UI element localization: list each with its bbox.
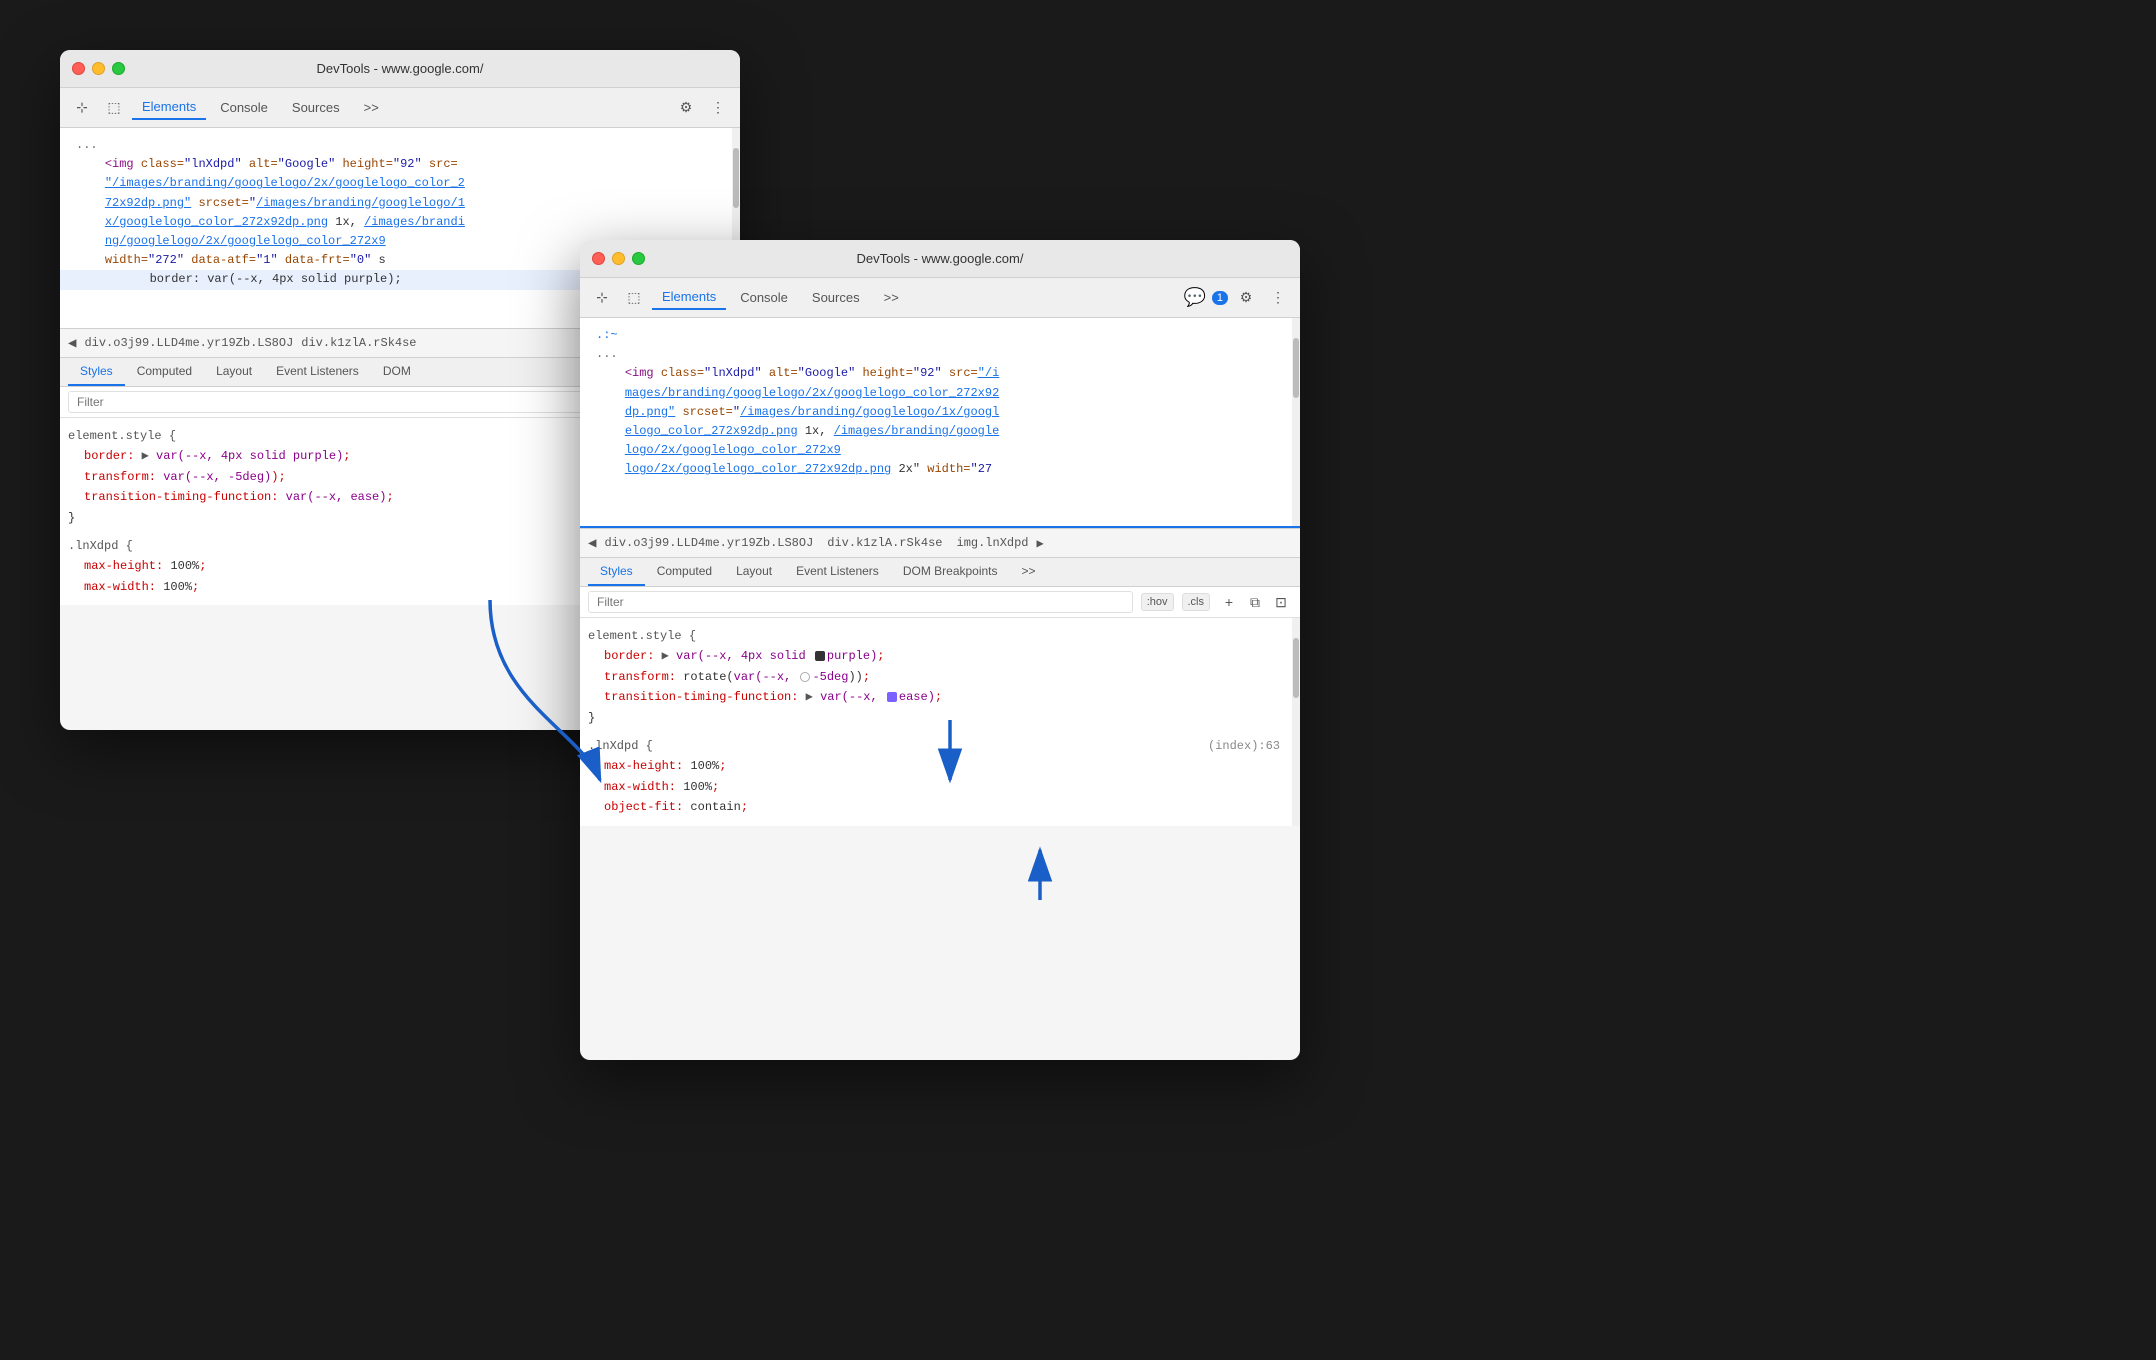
toolbar-2: ⊹ ⬚ Elements Console Sources >> 💬 1 ⚙ ⋮: [580, 278, 1300, 318]
devtools-window-2: DevTools - www.google.com/ ⊹ ⬚ Elements …: [580, 240, 1300, 1060]
tab-event-listeners-1[interactable]: Event Listeners: [264, 358, 371, 386]
comment-icon-2: 💬: [1183, 287, 1205, 308]
css-prop-maxheight-2: max-height: 100%;: [588, 756, 1292, 776]
css-panel-2: element.style { border: ▶ var(--x, 4px s…: [580, 618, 1300, 826]
html-line-2-3: <img class="lnXdpd" alt="Google" height=…: [580, 364, 1300, 383]
tab-event-listeners-2[interactable]: Event Listeners: [784, 558, 891, 586]
html-line: <img class="lnXdpd" alt="Google" height=…: [60, 155, 740, 174]
breadcrumb-item-2[interactable]: div.k1zlA.rSk4se: [301, 336, 416, 350]
html-line-2-6: elogo_color_272x92dp.png 1x, /images/bra…: [580, 422, 1300, 441]
css-prop-transform-2: transform: rotate(var(--x, -5deg));: [588, 667, 1292, 687]
more-icon-2[interactable]: ⋮: [1264, 284, 1292, 312]
styles-tabs-2: Styles Computed Layout Event Listeners D…: [580, 558, 1300, 587]
html-line: "/images/branding/googlelogo/2x/googlelo…: [60, 174, 740, 193]
index-label-2: (index):63: [1208, 736, 1280, 756]
notification-badge-2: 1: [1212, 291, 1228, 305]
more-icon-1[interactable]: ⋮: [704, 94, 732, 122]
breadcrumb-item-2-2[interactable]: div.k1zlA.rSk4se: [827, 536, 942, 550]
tab-computed-2[interactable]: Computed: [645, 558, 724, 586]
tab-elements-2[interactable]: Elements: [652, 285, 726, 310]
breadcrumb-item-2-1[interactable]: div.o3j99.LLD4me.yr19Zb.LS8OJ: [604, 536, 813, 550]
css-prop-maxwidth-2: max-width: 100%;: [588, 777, 1292, 797]
tab-dom-1[interactable]: DOM: [371, 358, 423, 386]
tab-more-1[interactable]: >>: [354, 96, 389, 119]
breadcrumb-item-2-3[interactable]: img.lnXdpd: [957, 536, 1029, 550]
window-title-1: DevTools - www.google.com/: [317, 61, 484, 76]
maximize-button-2[interactable]: [632, 252, 645, 265]
cls-badge-2[interactable]: .cls: [1182, 593, 1211, 611]
cursor-icon-2[interactable]: ⊹: [588, 284, 616, 312]
html-panel-2: .:~ ... <img class="lnXdpd" alt="Google"…: [580, 318, 1300, 528]
breadcrumb-left-arrow-2[interactable]: ◀: [588, 535, 596, 552]
html-line-2-8: logo/2x/googlelogo_color_272x92dp.png 2x…: [580, 460, 1300, 479]
tab-console-2[interactable]: Console: [730, 286, 798, 309]
filter-icons-2: + ⧉ ⊡: [1218, 591, 1292, 613]
filter-input-2[interactable]: [588, 591, 1133, 613]
tab-styles-1[interactable]: Styles: [68, 358, 125, 386]
traffic-lights-1: [72, 62, 125, 75]
filter-input-1[interactable]: [68, 391, 655, 413]
title-bar-2: DevTools - www.google.com/: [580, 240, 1300, 278]
css-selector-lnxdpd-2: .lnXdpd { (index):63: [588, 736, 1292, 756]
window-title-2: DevTools - www.google.com/: [857, 251, 1024, 266]
tab-more-styles-2[interactable]: >>: [1010, 558, 1048, 586]
filter-bar-2: :hov .cls + ⧉ ⊡: [580, 587, 1300, 618]
html-line: x/googlelogo_color_272x92dp.png 1x, /ima…: [60, 213, 740, 232]
css-selector-2: element.style {: [588, 626, 1292, 646]
css-prop-objectfit-2: object-fit: contain;: [588, 797, 1292, 817]
toolbar-1: ⊹ ⬚ Elements Console Sources >> ⚙ ⋮: [60, 88, 740, 128]
copy-icon-2[interactable]: ⧉: [1244, 591, 1266, 613]
breadcrumb-more-2[interactable]: ▶: [1037, 536, 1044, 551]
inspect-icon[interactable]: ⬚: [100, 94, 128, 122]
html-line-2-4: mages/branding/googlelogo/2x/googlelogo_…: [580, 384, 1300, 403]
html-line-2-7: logo/2x/googlelogo_color_272x9: [580, 441, 1300, 460]
minimize-button-2[interactable]: [612, 252, 625, 265]
html-line-2-1: .:~: [580, 326, 1300, 345]
tab-styles-2[interactable]: Styles: [588, 558, 645, 586]
html-line: ...: [60, 136, 740, 155]
tab-layout-1[interactable]: Layout: [204, 358, 264, 386]
tab-sources-1[interactable]: Sources: [282, 96, 350, 119]
tab-sources-2[interactable]: Sources: [802, 286, 870, 309]
traffic-lights-2: [592, 252, 645, 265]
tab-elements-1[interactable]: Elements: [132, 95, 206, 120]
minimize-button-1[interactable]: [92, 62, 105, 75]
maximize-button-1[interactable]: [112, 62, 125, 75]
eye-icon-2[interactable]: ⊡: [1270, 591, 1292, 613]
close-button-2[interactable]: [592, 252, 605, 265]
hov-badge-2[interactable]: :hov: [1141, 593, 1174, 611]
inspect-icon-2[interactable]: ⬚: [620, 284, 648, 312]
css-prop-transition-2: transition-timing-function: ▶ var(--x, e…: [588, 687, 1292, 707]
tab-console-1[interactable]: Console: [210, 96, 278, 119]
title-bar-1: DevTools - www.google.com/: [60, 50, 740, 88]
breadcrumb-item-1[interactable]: div.o3j99.LLD4me.yr19Zb.LS8OJ: [84, 336, 293, 350]
tab-computed-1[interactable]: Computed: [125, 358, 204, 386]
css-prop-border-2: border: ▶ var(--x, 4px solid purple);: [588, 646, 1292, 666]
html-line-2-2: ...: [580, 345, 1300, 364]
breadcrumb-2: ◀ div.o3j99.LLD4me.yr19Zb.LS8OJ div.k1zl…: [580, 528, 1300, 558]
gear-icon-1[interactable]: ⚙: [672, 94, 700, 122]
tab-more-2[interactable]: >>: [874, 286, 909, 309]
tab-dom-breakpoints-2[interactable]: DOM Breakpoints: [891, 558, 1010, 586]
close-button-1[interactable]: [72, 62, 85, 75]
plus-icon-2[interactable]: +: [1218, 591, 1240, 613]
html-line-2-5: dp.png" srcset="/images/branding/googlel…: [580, 403, 1300, 422]
breadcrumb-left-arrow[interactable]: ◀: [68, 335, 76, 352]
cursor-icon[interactable]: ⊹: [68, 94, 96, 122]
tab-layout-2[interactable]: Layout: [724, 558, 784, 586]
gear-icon-2[interactable]: ⚙: [1232, 284, 1260, 312]
html-line: 72x92dp.png" srcset="/images/branding/go…: [60, 194, 740, 213]
css-close-2: }: [588, 708, 1292, 728]
